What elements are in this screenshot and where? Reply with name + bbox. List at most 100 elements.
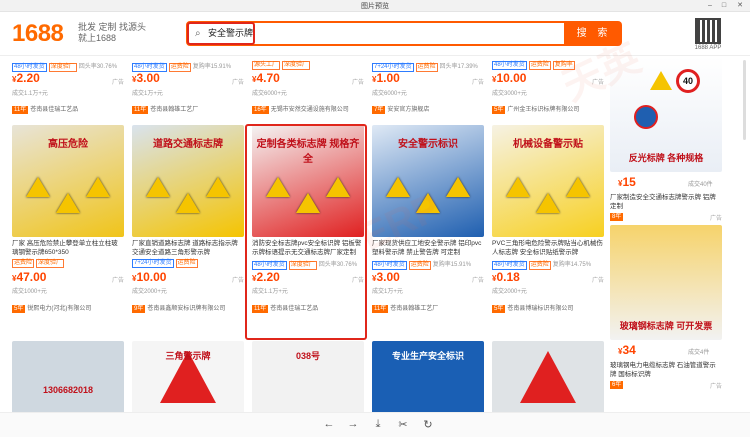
product-image[interactable]: 反光标牌 各种规格 40 (610, 57, 722, 172)
shop-name[interactable]: 7年 安安官方旗舰店 (372, 104, 484, 114)
shop-years-badge: 5年 (12, 305, 26, 313)
shop-name[interactable]: 11年 苍南县佳瑞工艺品 (12, 104, 124, 114)
warning-sign-icon (416, 193, 440, 213)
product-tag: 48小时发货 (252, 261, 287, 270)
product-title[interactable]: 厂家直销道路标志牌 道路标志指示牌 交通安全道路三角形警示牌 (132, 239, 244, 257)
product-tag: 48小时发货 (492, 61, 527, 70)
qr-code-label: 1688 APP (694, 45, 722, 51)
minimize-icon[interactable]: – (704, 0, 716, 11)
product-title[interactable]: PVC三角形电危险警示牌贴当心机械伤人标志牌 安全标识贴纸警示牌 (492, 239, 604, 257)
product-image[interactable]: 定制各类标志牌 规格齐全 (252, 125, 364, 237)
shop-name[interactable]: 5年 广州金王标识标牌有限公司 (492, 104, 604, 114)
product-image[interactable]: 高压危险 (12, 125, 124, 237)
previous-arrow-icon[interactable]: ← (321, 418, 337, 430)
product-image[interactable]: 专业生产安全标识 (372, 341, 484, 412)
product-tag: 深度验厂 (288, 261, 317, 270)
product-image-caption: 1306682018 (42, 385, 94, 395)
warning-sign-icon (26, 177, 50, 197)
product-tags: 48小时发货 运费险 复购率14.75% (492, 259, 591, 270)
rotate-icon[interactable]: ↻ (420, 418, 436, 431)
shop-name[interactable]: 5年 锐熙电力(河北)有限公司 (12, 303, 124, 313)
product-card[interactable]: 机械设备警示贴 PVC三角形电危险警示牌贴当心机械伤人标志牌 安全标识贴纸警示牌 4… (492, 125, 604, 337)
product-tags: 7+24小时发货 运费险 (132, 259, 200, 268)
ad-label: 广告 (231, 278, 244, 284)
product-tag: 7+24小时发货 (132, 259, 174, 268)
product-image[interactable]: 道路交通标志牌 (132, 125, 244, 237)
product-image-caption: 三角警示牌 (165, 351, 211, 361)
product-tags: 48小时发货 运费险 复购率 (492, 61, 577, 70)
warning-sign-icon (566, 177, 590, 197)
shop-name[interactable]: 11年 苍南县佳瑞工艺品 (252, 303, 364, 313)
product-tags: 源头工厂 深度验厂 (252, 61, 312, 70)
shop-name[interactable]: 11年 苍南县翰雄工艺厂 (132, 104, 244, 114)
shop-name[interactable]: 9年 苍南县鑫顺安标识牌有限公司 (132, 303, 244, 313)
product-title[interactable]: 玻璃钢电力电缆标志牌 石油管道警示牌 国标标识牌 (610, 361, 722, 379)
shop-name[interactable]: 8年 (610, 213, 722, 221)
product-tags: 48小时发货 运费险 复购率15.91% (372, 259, 471, 270)
warning-sign-icon (146, 177, 170, 197)
product-image[interactable]: 三角警示牌 (132, 341, 244, 412)
close-icon[interactable]: ✕ (734, 0, 746, 11)
ad-label: 广告 (471, 278, 484, 284)
product-title[interactable]: 厂家 高压危险禁止攀登单立柱立柱玻璃钢警示牌650*350 (12, 239, 124, 257)
product-tag: 深度验厂 (48, 63, 77, 72)
product-card[interactable]: 48小时发货 运费险 复购率15.91% ¥3.00 广告 成交1万+元 11年 苍南县翰雄工… (132, 57, 244, 119)
crop-icon[interactable]: ✂ (395, 418, 411, 431)
shop-years-badge: 5年 (492, 305, 506, 313)
shop-name[interactable]: 5年 苍南县博瑞标识有限公司 (492, 303, 604, 313)
product-card[interactable]: 反光标牌 各种规格 40 ¥15 成交40件 厂家制造安全交通标志牌警示牌 铝牌 定制 8… (610, 57, 722, 222)
product-title[interactable]: 厂家制造安全交通标志牌警示牌 铝牌 定制 (610, 193, 722, 211)
product-sold: 成交1.1万+元 (252, 289, 288, 295)
warning-sign-icon (536, 193, 560, 213)
window-title: 图片预览 (361, 3, 389, 10)
ad-label: 广告 (351, 278, 364, 284)
qr-code-icon (695, 18, 721, 44)
product-price: ¥3.00 (132, 71, 160, 85)
product-price: ¥15 (618, 175, 636, 189)
product-sold: 成交1000+元 (12, 289, 47, 295)
scrollbar[interactable] (743, 60, 746, 140)
ad-label: 广告 (591, 80, 604, 86)
product-sold: 成交1万+元 (132, 91, 163, 97)
site-logo[interactable]: 1688 (12, 20, 64, 48)
download-icon[interactable]: ⤓ (370, 418, 386, 431)
product-image[interactable]: 1306682018 (12, 341, 124, 412)
shop-name[interactable]: 11年 苍南县翰雄工艺厂 (372, 303, 484, 313)
product-card[interactable]: 定制各类标志牌 规格齐全消防安全标志牌pvc安全标识牌 铝板警示牌标语提示无交通… (252, 125, 364, 337)
product-image[interactable]: 038号 (252, 341, 364, 412)
product-image[interactable]: 安全警示标识 (372, 125, 484, 237)
product-title[interactable]: 厂家现货供应工地安全警示牌 铝印pvc塑料警示牌 禁止警告牌 可定制 (372, 239, 484, 257)
product-image-caption: 高压危险 (48, 139, 88, 150)
product-title[interactable]: 消防安全标志牌pvc安全标识牌 铝板警示牌标语提示无交通标志牌厂家定制 (252, 239, 364, 257)
ad-label: 广告 (231, 80, 244, 86)
product-card[interactable]: 48小时发货 深度验厂 回头率30.76% ¥2.20 广告 成交1.1万+元 11年 苍南县… (12, 57, 124, 119)
next-arrow-icon[interactable]: → (345, 418, 361, 430)
product-tag: 运费险 (528, 61, 551, 70)
shop-name[interactable]: 16年 无锡市安然交通设施有限公司 (252, 104, 364, 114)
ad-label: 广告 (709, 216, 722, 222)
product-card[interactable]: 源头工厂 深度验厂 ¥4.70 广告 成交6000+元 16年 无锡市安然交通设施有限公司 (252, 57, 364, 119)
ad-label: 广告 (111, 278, 124, 284)
preview-toolbar: ← → ⤓ ✂ ↻ (0, 412, 750, 437)
product-card[interactable]: 7+24小时发货 运费险 回头率17.39% ¥1.00 广告 成交6000+元 7年 安安官… (372, 57, 484, 119)
shop-name[interactable]: 6年 (610, 381, 722, 389)
product-card[interactable]: 高压危险 厂家 高压危险禁止攀登单立柱立柱玻璃钢警示牌650*350 运费险 深度验厂… (12, 125, 124, 337)
shop-years-badge: 11年 (12, 106, 29, 114)
search-button[interactable]: 搜 索 (566, 21, 622, 46)
product-image-caption: 反光标牌 各种规格 (628, 153, 704, 163)
product-card[interactable]: 48小时发货 运费险 复购率 ¥10.00 广告 成交3000+元 5年 广州金王标识标牌有限… (492, 57, 604, 119)
search-highlight-box (187, 22, 255, 45)
product-image[interactable]: 机械设备警示贴 (492, 125, 604, 237)
product-price: ¥2.20 (12, 71, 40, 85)
product-image[interactable]: 玻璃钢标志牌 可开发票 (610, 225, 722, 340)
product-card[interactable]: 安全警示标识厂家现货供应工地安全警示牌 铝印pvc塑料警示牌 禁止警告牌 可定制… (372, 125, 484, 337)
maximize-icon[interactable]: □ (718, 0, 730, 11)
product-image[interactable] (492, 341, 604, 412)
warning-sign-icon (296, 193, 320, 213)
product-card[interactable]: 道路交通标志牌厂家直销道路标志牌 道路标志指示牌 交通安全道路三角形警示牌 7+2… (132, 125, 244, 337)
product-tag: 运费险 (12, 259, 35, 268)
product-card[interactable]: 玻璃钢标志牌 可开发票 ¥34 成交4件 玻璃钢电力电缆标志牌 石油管道警示牌 国标标… (610, 225, 722, 390)
ad-label: 广告 (351, 80, 364, 86)
site-header: 1688 批发 定制 找源头 就上1688 ⌕ 搜 索 1688 APP (0, 12, 750, 56)
product-tag: 源头工厂 (252, 61, 281, 70)
